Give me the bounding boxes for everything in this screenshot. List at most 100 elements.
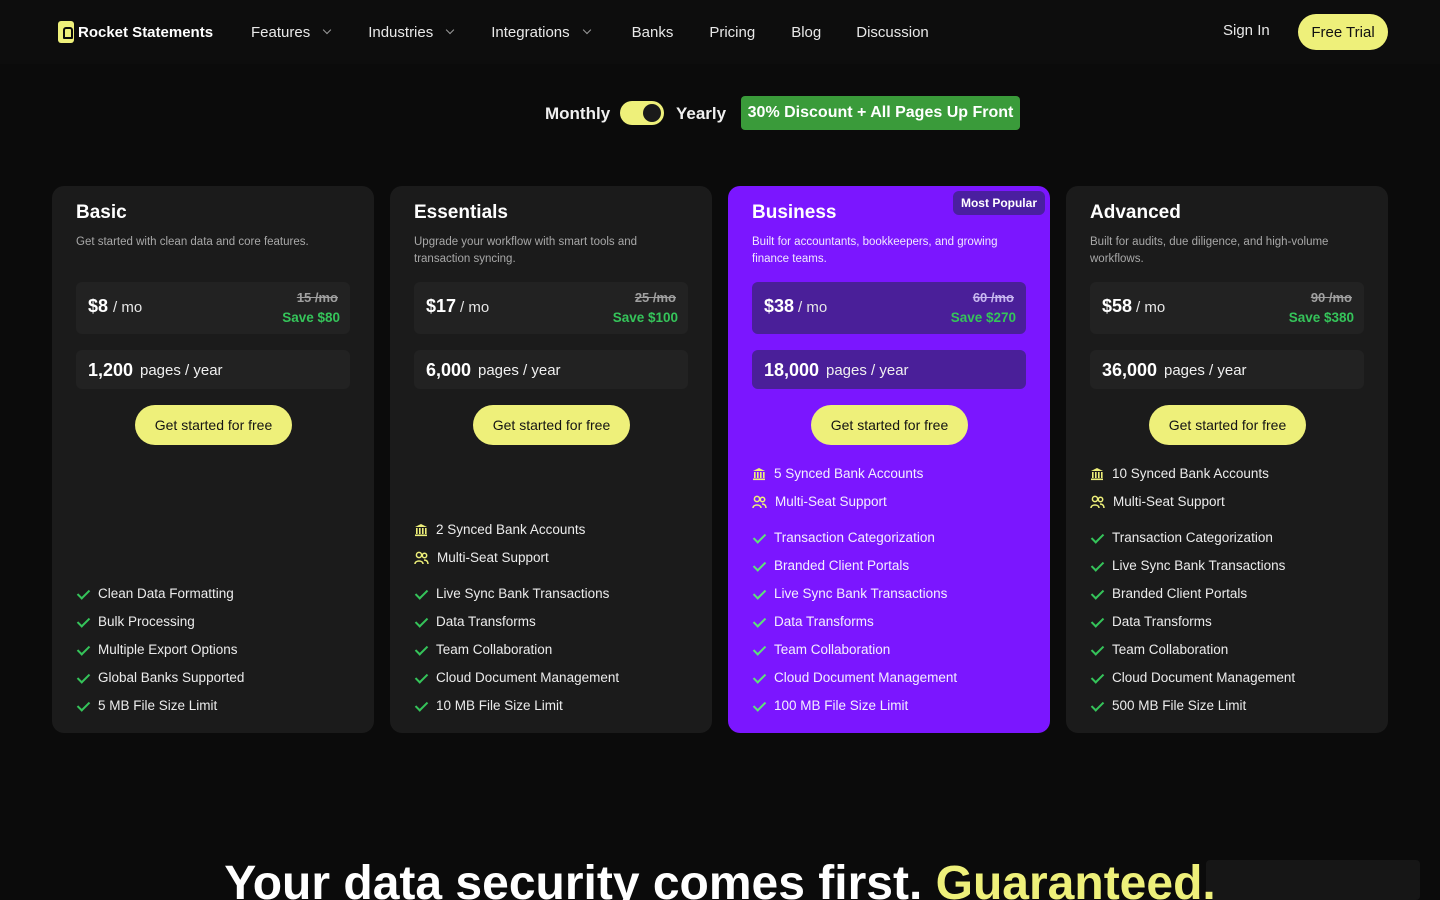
feature-label: Branded Client Portals [1112, 586, 1248, 601]
check-icon [76, 699, 90, 713]
feature-label: Clean Data Formatting [98, 586, 234, 601]
plan-name: Advanced [1090, 202, 1181, 223]
feature-item: Branded Client Portals [752, 558, 909, 573]
check-icon [76, 615, 90, 629]
feature-label: Team Collaboration [1112, 642, 1229, 657]
get-started-button[interactable]: Get started for free [135, 405, 292, 445]
nav-label: Features [251, 23, 311, 41]
check-icon [752, 615, 766, 629]
feature-label: Live Sync Bank Transactions [1112, 558, 1286, 573]
original-price: 25 /mo [634, 290, 676, 305]
yearly-label[interactable]: Yearly [676, 104, 726, 124]
extra-label: 2 Synced Bank Accounts [436, 522, 586, 537]
get-started-button[interactable]: Get started for free [811, 405, 968, 445]
savings-text: Save $100 [612, 310, 678, 325]
feature-item: Branded Client Portals [1090, 586, 1247, 601]
feature-label: Data Transforms [1112, 614, 1212, 629]
check-icon [1090, 643, 1104, 657]
feature-label: 500 MB File Size Limit [1112, 698, 1247, 713]
extra-label: 5 Synced Bank Accounts [774, 466, 924, 481]
pages-count: 6,000 [426, 360, 472, 380]
discount-badge: 30% Discount + All Pages Up Front [741, 96, 1020, 130]
price-period: / mo [1136, 299, 1166, 316]
feature-label: Multiple Export Options [98, 642, 238, 657]
plan-price: $17 [426, 296, 457, 316]
billing-toggle[interactable] [620, 101, 664, 125]
logo[interactable]: Rocket Statements [58, 20, 213, 44]
free-trial-button[interactable]: Free Trial [1298, 14, 1388, 50]
pages-unit: pages / year [140, 362, 223, 379]
nav-label: Integrations [491, 23, 570, 41]
plan-description: Upgrade your workflow with smart tools a… [414, 236, 638, 265]
price-period: / mo [113, 299, 143, 316]
extra-item: 10 Synced Bank Accounts [1090, 466, 1269, 481]
feature-label: Transaction Categorization [774, 530, 935, 545]
nav-item-features[interactable]: Features [251, 23, 332, 41]
original-price: 60 /mo [972, 290, 1014, 305]
feature-item: Clean Data Formatting [76, 586, 234, 601]
nav-item-integrations[interactable]: Integrations [491, 23, 591, 41]
check-icon [414, 587, 428, 601]
most-popular-badge: Most Popular [952, 191, 1045, 215]
plan-name: Basic [76, 202, 127, 223]
headline-highlight: Guaranteed. [935, 857, 1216, 900]
feature-item: Data Transforms [752, 614, 874, 629]
get-started-button[interactable]: Get started for free [1149, 405, 1306, 445]
pages-box: 18,000 pages / year [752, 350, 1026, 389]
check-icon [1090, 559, 1104, 573]
bank-icon [1091, 467, 1103, 480]
feature-label: Bulk Processing [98, 614, 195, 629]
nav-label: Banks [631, 23, 674, 41]
feature-item: Team Collaboration [752, 642, 890, 657]
plan-description: Built for audits, due diligence, and hig… [1090, 236, 1329, 265]
feature-item: 10 MB File Size Limit [414, 698, 563, 713]
monthly-label[interactable]: Monthly [545, 104, 610, 124]
nav-item-industries[interactable]: Industries [368, 23, 455, 41]
feature-label: Branded Client Portals [774, 558, 910, 573]
price-period: / mo [460, 299, 490, 316]
price-box: $17 / mo 25 /mo Save $100 [414, 282, 688, 334]
savings-text: Save $80 [282, 310, 340, 325]
brand-name: Rocket Statements [78, 23, 214, 41]
feature-label: 100 MB File Size Limit [774, 698, 909, 713]
feature-label: Data Transforms [436, 614, 536, 629]
toggle-knob [643, 104, 661, 122]
plan-card-basic: Basic Get started with clean data and co… [52, 186, 374, 733]
pages-box: 1,200 pages / year [76, 350, 350, 389]
feature-label: Transaction Categorization [1112, 530, 1273, 545]
sign-in-link[interactable]: Sign In [1223, 22, 1270, 39]
feature-item: Live Sync Bank Transactions [752, 586, 947, 601]
get-started-button[interactable]: Get started for free [473, 405, 630, 445]
feature-item: Data Transforms [414, 614, 536, 629]
feature-label: Live Sync Bank Transactions [436, 586, 610, 601]
check-icon [1090, 615, 1104, 629]
extra-label: Multi-Seat Support [775, 494, 887, 509]
feature-item: Data Transforms [1090, 614, 1212, 629]
feature-item: Team Collaboration [1090, 642, 1228, 657]
nav-item-discussion[interactable]: Discussion [856, 24, 929, 41]
feature-item: Cloud Document Management [414, 670, 619, 685]
feature-item: Global Banks Supported [76, 670, 244, 685]
pages-unit: pages / year [478, 362, 561, 379]
pages-unit: pages / year [1164, 362, 1247, 379]
nav-item-blog[interactable]: Blog [791, 24, 821, 41]
headline-main: Your data security comes first. [224, 857, 923, 900]
chevron-down-icon [446, 25, 455, 35]
extra-label: 10 Synced Bank Accounts [1112, 466, 1269, 481]
bank-icon [415, 523, 427, 536]
billing-period-selector: Monthly Yearly 30% Discount + All Pages … [0, 96, 1440, 130]
plan-name: Essentials [414, 202, 508, 223]
nav-item-banks[interactable]: Banks [632, 24, 674, 41]
feature-label: Live Sync Bank Transactions [774, 586, 948, 601]
nav-label: Blog [791, 23, 822, 41]
savings-text: Save $380 [1288, 310, 1354, 325]
rocket-logo-icon [58, 21, 74, 43]
check-icon [1090, 587, 1104, 601]
nav-item-pricing[interactable]: Pricing [709, 24, 755, 41]
check-icon [76, 587, 90, 601]
feature-item: Bulk Processing [76, 614, 195, 629]
feature-label: Cloud Document Management [1112, 670, 1296, 685]
extra-label: Multi-Seat Support [1113, 494, 1225, 509]
nav-label: Industries [368, 23, 434, 41]
extra-item: Multi-Seat Support [414, 550, 549, 565]
